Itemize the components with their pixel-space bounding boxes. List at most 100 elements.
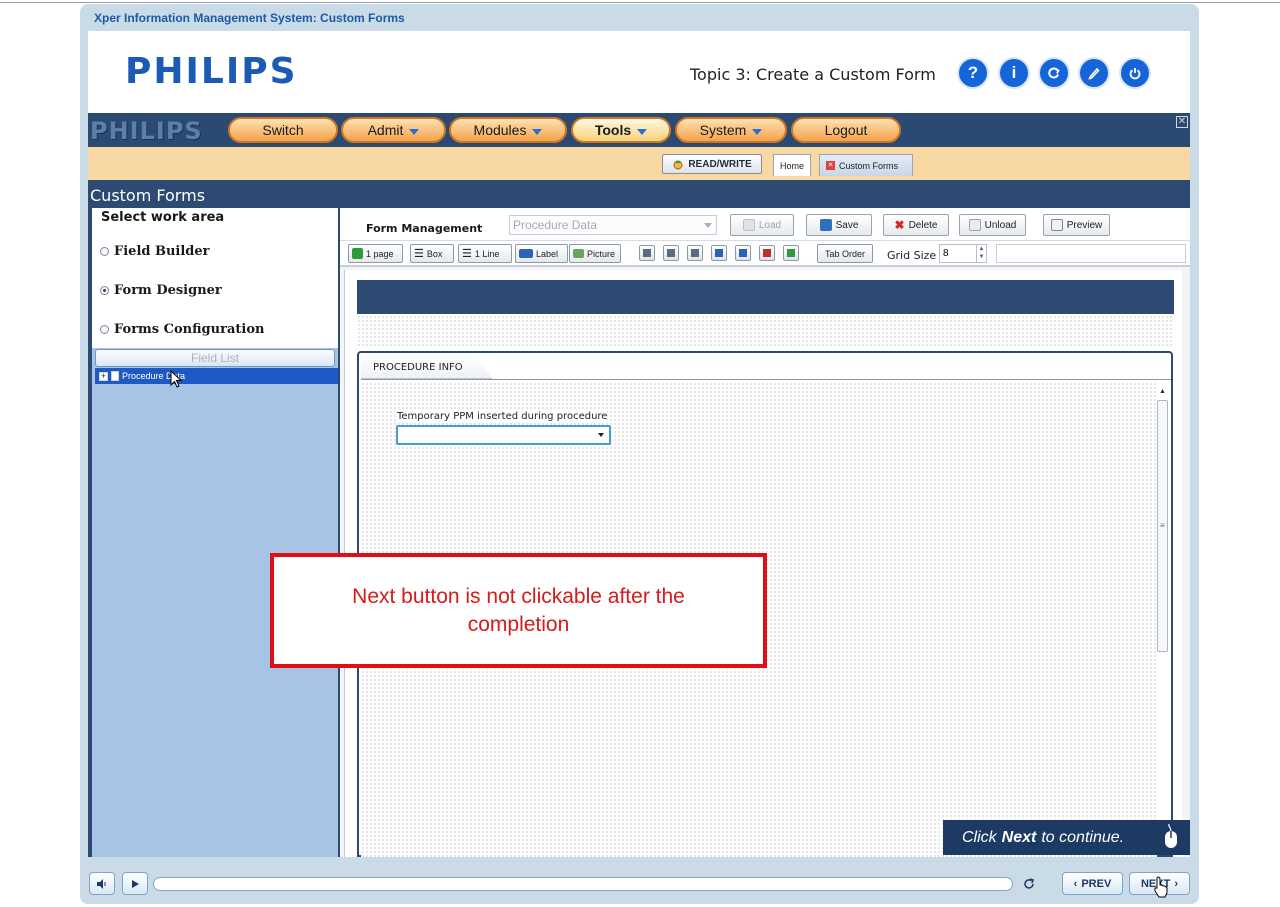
info-button[interactable]: i	[998, 57, 1030, 89]
mouse-icon	[1165, 823, 1177, 848]
prev-button[interactable]: ‹ PREV	[1062, 872, 1123, 895]
close-icon[interactable]: ✕	[1176, 116, 1188, 128]
preview-label: Preview	[1066, 219, 1103, 231]
box-label: Box	[426, 248, 443, 259]
radio-checked-icon	[100, 286, 109, 295]
annotation-callout: Next button is not clickable after the c…	[270, 553, 767, 668]
radio-label: Field Builder	[114, 244, 210, 259]
save-button[interactable]: Save	[806, 214, 872, 236]
distribute-vertical-icon	[715, 249, 723, 257]
player-controls: ‹ PREV NEXT ›	[80, 860, 1199, 904]
menu-switch[interactable]: Switch	[228, 117, 338, 143]
scroll-up-icon[interactable]: ▲	[1159, 388, 1166, 395]
picture-button[interactable]: Picture	[569, 244, 621, 263]
radio-label: Forms Configuration	[114, 322, 265, 337]
click-next-hint: Click Next to continue.	[943, 820, 1190, 855]
read-write-button[interactable]: READ/WRITE	[662, 154, 762, 174]
section-header: Custom Forms	[88, 180, 1190, 208]
menu-label: Admit	[367, 122, 404, 138]
align-left-icon	[643, 249, 651, 257]
label-label: Label	[536, 248, 559, 259]
expand-icon[interactable]: +	[99, 371, 108, 381]
power-icon	[1129, 68, 1141, 80]
radio-forms-configuration[interactable]: Forms Configuration	[100, 322, 264, 337]
chevron-down-icon	[532, 128, 543, 135]
power-button[interactable]	[1119, 57, 1151, 89]
align-left-button[interactable]	[639, 245, 655, 261]
document-icon	[111, 371, 119, 381]
replay-slide-button[interactable]	[1016, 872, 1042, 895]
distribute-vertical-button[interactable]	[711, 245, 727, 261]
load-icon	[742, 219, 755, 231]
app-subbar: READ/WRITE Home ✕ Custom Forms	[88, 147, 1190, 180]
align-center-button[interactable]	[663, 245, 679, 261]
play-button[interactable]	[122, 872, 148, 895]
tab-custom-forms[interactable]: ✕ Custom Forms	[819, 154, 913, 176]
radio-form-designer[interactable]: Form Designer	[100, 283, 222, 298]
hand-cursor-icon	[1154, 876, 1168, 898]
send-back-button[interactable]	[759, 245, 775, 261]
help-button[interactable]: ?	[957, 57, 989, 89]
vertical-scrollbar[interactable]: ▲ ≡	[1156, 386, 1169, 856]
form-management-label: Form Management	[366, 222, 483, 235]
read-write-label: READ/WRITE	[688, 158, 752, 170]
bring-front-button[interactable]	[783, 245, 799, 261]
label-icon	[519, 249, 533, 258]
grid-size-value: 8	[943, 248, 949, 259]
load-button[interactable]: Load	[730, 214, 794, 236]
tree-item-procedure-data[interactable]: + Procedure Data	[95, 368, 338, 384]
one-line-button[interactable]: ☰ 1 Line	[458, 244, 512, 263]
unload-button[interactable]: Unload	[959, 214, 1026, 236]
chevron-down-icon	[598, 433, 604, 437]
mute-button[interactable]	[89, 872, 115, 895]
radio-label: Form Designer	[114, 283, 222, 298]
toolbar-text-field[interactable]	[996, 244, 1186, 263]
align-center-icon	[667, 249, 675, 257]
tab-home[interactable]: Home	[773, 154, 812, 176]
menu-logout[interactable]: Logout	[791, 117, 901, 143]
top-divider	[0, 2, 1280, 3]
chevron-left-icon: ‹	[1073, 877, 1078, 890]
grid-area	[357, 315, 1174, 346]
menu-admit[interactable]: Admit	[341, 117, 446, 143]
field-list-button[interactable]: Field List	[95, 349, 335, 367]
menu-tools[interactable]: Tools	[571, 117, 671, 143]
chevron-down-icon	[409, 128, 420, 135]
label-button[interactable]: Label	[515, 244, 568, 263]
radio-icon	[100, 325, 109, 334]
bring-front-icon	[787, 249, 795, 257]
spinner-icon[interactable]: ▲ ▼	[976, 245, 986, 262]
delete-button[interactable]: ✖ Delete	[883, 214, 949, 236]
ppm-dropdown[interactable]	[396, 425, 611, 445]
pen-button[interactable]	[1078, 57, 1110, 89]
menu-modules[interactable]: Modules	[449, 117, 567, 143]
grid-size-input[interactable]: 8 ▲ ▼	[939, 244, 987, 263]
menu-label: Logout	[824, 122, 868, 138]
distribute-horizontal-icon	[739, 249, 747, 257]
philips-logo: PHILIPS	[125, 51, 298, 92]
close-icon[interactable]: ✕	[826, 161, 835, 170]
chevron-right-icon: ›	[1174, 877, 1178, 890]
scrollbar-thumb[interactable]: ≡	[1157, 400, 1168, 652]
menu-system[interactable]: System	[675, 117, 787, 143]
delete-icon: ✖	[894, 218, 905, 232]
form-select[interactable]: Procedure Data	[509, 215, 717, 235]
grip-icon: ≡	[1160, 521, 1165, 530]
preview-icon	[1050, 219, 1063, 231]
menu-label: Tools	[594, 122, 632, 138]
one-page-button[interactable]: 1 page	[348, 244, 403, 263]
replay-button[interactable]	[1038, 57, 1070, 89]
tab-procedure-info[interactable]: PROCEDURE INFO	[361, 355, 493, 379]
save-label: Save	[835, 219, 859, 231]
radio-field-builder[interactable]: Field Builder	[100, 244, 210, 259]
menu-label: Switch	[262, 122, 304, 138]
distribute-horizontal-button[interactable]	[735, 245, 751, 261]
box-button[interactable]: ☰ Box	[410, 244, 454, 263]
tab-divider	[361, 379, 1171, 380]
chevron-down-icon	[704, 223, 712, 228]
progress-bar[interactable]	[153, 877, 1013, 891]
tab-order-button[interactable]: Tab Order	[817, 244, 873, 263]
add-page-icon	[352, 248, 363, 259]
align-right-button[interactable]	[687, 245, 703, 261]
preview-button[interactable]: Preview	[1043, 214, 1110, 236]
